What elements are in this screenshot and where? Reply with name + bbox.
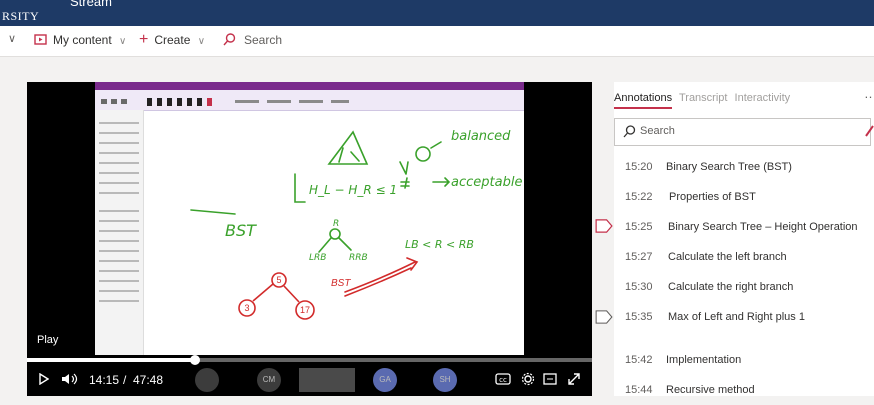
gear-icon[interactable] bbox=[521, 372, 535, 386]
more-options-icon[interactable]: … bbox=[864, 86, 874, 101]
list-item[interactable]: 15:42 Implementation bbox=[614, 347, 870, 375]
search-label: Search bbox=[244, 33, 283, 47]
create-label: Create bbox=[154, 33, 191, 47]
my-content-menu[interactable]: My content ∨ bbox=[34, 33, 126, 47]
item-label: Recursive method bbox=[666, 384, 755, 396]
item-label: Calculate the left branch bbox=[668, 251, 787, 263]
video-player[interactable]: balanced acceptable BST R LRB RRB LB < R… bbox=[27, 82, 592, 396]
ink-acceptable: acceptable bbox=[451, 175, 522, 190]
captions-icon[interactable]: cc bbox=[495, 373, 511, 385]
theater-mode-icon[interactable] bbox=[543, 373, 557, 385]
attendee-avatar: CM bbox=[257, 368, 281, 392]
item-time: 15:22 bbox=[625, 191, 653, 203]
video-icon bbox=[34, 34, 47, 45]
search-icon bbox=[223, 33, 236, 46]
ink-bst-property: LB < R < RB bbox=[405, 238, 474, 251]
item-time: 15:30 bbox=[625, 281, 653, 293]
volume-icon[interactable] bbox=[61, 373, 79, 385]
tree-node-left: 3 bbox=[244, 303, 249, 313]
item-time: 15:27 bbox=[625, 251, 653, 263]
item-label: Properties of BST bbox=[669, 191, 756, 203]
global-search[interactable]: Search bbox=[223, 33, 282, 47]
tab-annotations[interactable]: Annotations bbox=[614, 92, 673, 109]
tree-node-right: 17 bbox=[300, 305, 310, 315]
tab-transcript[interactable]: Transcript bbox=[679, 92, 728, 104]
attendee-avatar: SH bbox=[433, 368, 457, 392]
list-item[interactable]: 15:20 Binary Search Tree (BST) bbox=[614, 154, 870, 182]
list-item[interactable]: 15:30 Calculate the right branch bbox=[614, 274, 870, 302]
nav-bar: ∨ My content ∨ + Create ∨ Search bbox=[0, 26, 874, 57]
whiteboard-ink: balanced acceptable BST R LRB RRB LB < R… bbox=[190, 129, 522, 320]
ink-root: R bbox=[333, 219, 339, 229]
create-menu[interactable]: + Create ∨ bbox=[139, 31, 206, 48]
search-placeholder: Search bbox=[640, 125, 675, 137]
item-time: 15:20 bbox=[625, 161, 653, 173]
item-label: Binary Search Tree – Height Operation bbox=[668, 221, 858, 233]
side-panel: Annotations Transcript Interactivity … S… bbox=[614, 82, 874, 396]
tab-interactivity[interactable]: Interactivity bbox=[735, 92, 791, 104]
ink-bst: BST bbox=[225, 221, 257, 240]
item-label: Max of Left and Right plus 1 bbox=[668, 311, 805, 323]
tree-node-root: 5 bbox=[276, 275, 281, 285]
panel-tabs: Annotations Transcript Interactivity bbox=[614, 92, 794, 110]
shared-screen: balanced acceptable BST R LRB RRB LB < R… bbox=[95, 82, 524, 355]
ink-lrb: LRB bbox=[309, 253, 326, 263]
item-time: 15:35 bbox=[625, 311, 653, 323]
chapter-marker bbox=[595, 310, 613, 324]
list-item[interactable]: 15:25 Binary Search Tree – Height Operati… bbox=[614, 214, 870, 242]
svg-text:cc: cc bbox=[499, 376, 507, 384]
ink-bst-red: BST bbox=[331, 278, 351, 289]
item-label: Binary Search Tree (BST) bbox=[666, 161, 792, 173]
duration: 47:48 bbox=[133, 373, 164, 387]
chevron-down-icon: ∨ bbox=[119, 36, 127, 47]
search-icon bbox=[623, 125, 636, 138]
top-bar: RSITY Stream bbox=[0, 0, 874, 26]
item-time: 15:42 bbox=[625, 354, 653, 366]
play-icon[interactable] bbox=[39, 373, 49, 385]
player-controls: 14:15 / 47:48 CM GA SH cc bbox=[27, 364, 592, 396]
my-content-label: My content bbox=[53, 33, 112, 47]
current-chapter-marker bbox=[595, 219, 613, 233]
current-time: 14:15 bbox=[89, 373, 120, 387]
list-item[interactable]: 15:35 Max of Left and Right plus 1 bbox=[614, 304, 870, 332]
fullscreen-icon[interactable] bbox=[567, 372, 581, 386]
attendee-video-thumbnail bbox=[299, 368, 355, 392]
list-item[interactable]: 15:22 Properties of BST bbox=[614, 184, 870, 212]
plus-icon: + bbox=[139, 31, 149, 48]
list-item[interactable]: 15:27 Calculate the left branch bbox=[614, 244, 870, 272]
ink-balanced: balanced bbox=[451, 129, 511, 144]
org-name: RSITY bbox=[2, 9, 40, 23]
item-label: Implementation bbox=[666, 354, 742, 366]
item-time: 15:44 bbox=[625, 384, 653, 396]
seek-bar-played bbox=[27, 358, 196, 362]
item-label: Calculate the right branch bbox=[668, 281, 794, 293]
seek-bar[interactable] bbox=[27, 355, 592, 365]
ink-rrb: RRB bbox=[349, 253, 368, 263]
app-name[interactable]: Stream bbox=[70, 0, 112, 9]
ink-height-formula: H_L − H_R ≤ 1 bbox=[309, 183, 397, 197]
play-tooltip: Play bbox=[37, 334, 59, 346]
tree-sketch bbox=[327, 130, 369, 165]
item-time: 15:25 bbox=[625, 221, 653, 233]
list-item[interactable]: 15:44 Recursive method bbox=[614, 377, 870, 405]
annotations-search[interactable]: Search bbox=[614, 118, 871, 146]
attendee-avatar bbox=[195, 368, 219, 392]
attendee-avatar: GA bbox=[373, 368, 397, 392]
chevron-down-icon[interactable]: ∨ bbox=[8, 32, 16, 45]
chevron-down-icon: ∨ bbox=[197, 36, 206, 47]
time-separator: / bbox=[123, 373, 127, 387]
pen-icon[interactable] bbox=[864, 124, 874, 138]
